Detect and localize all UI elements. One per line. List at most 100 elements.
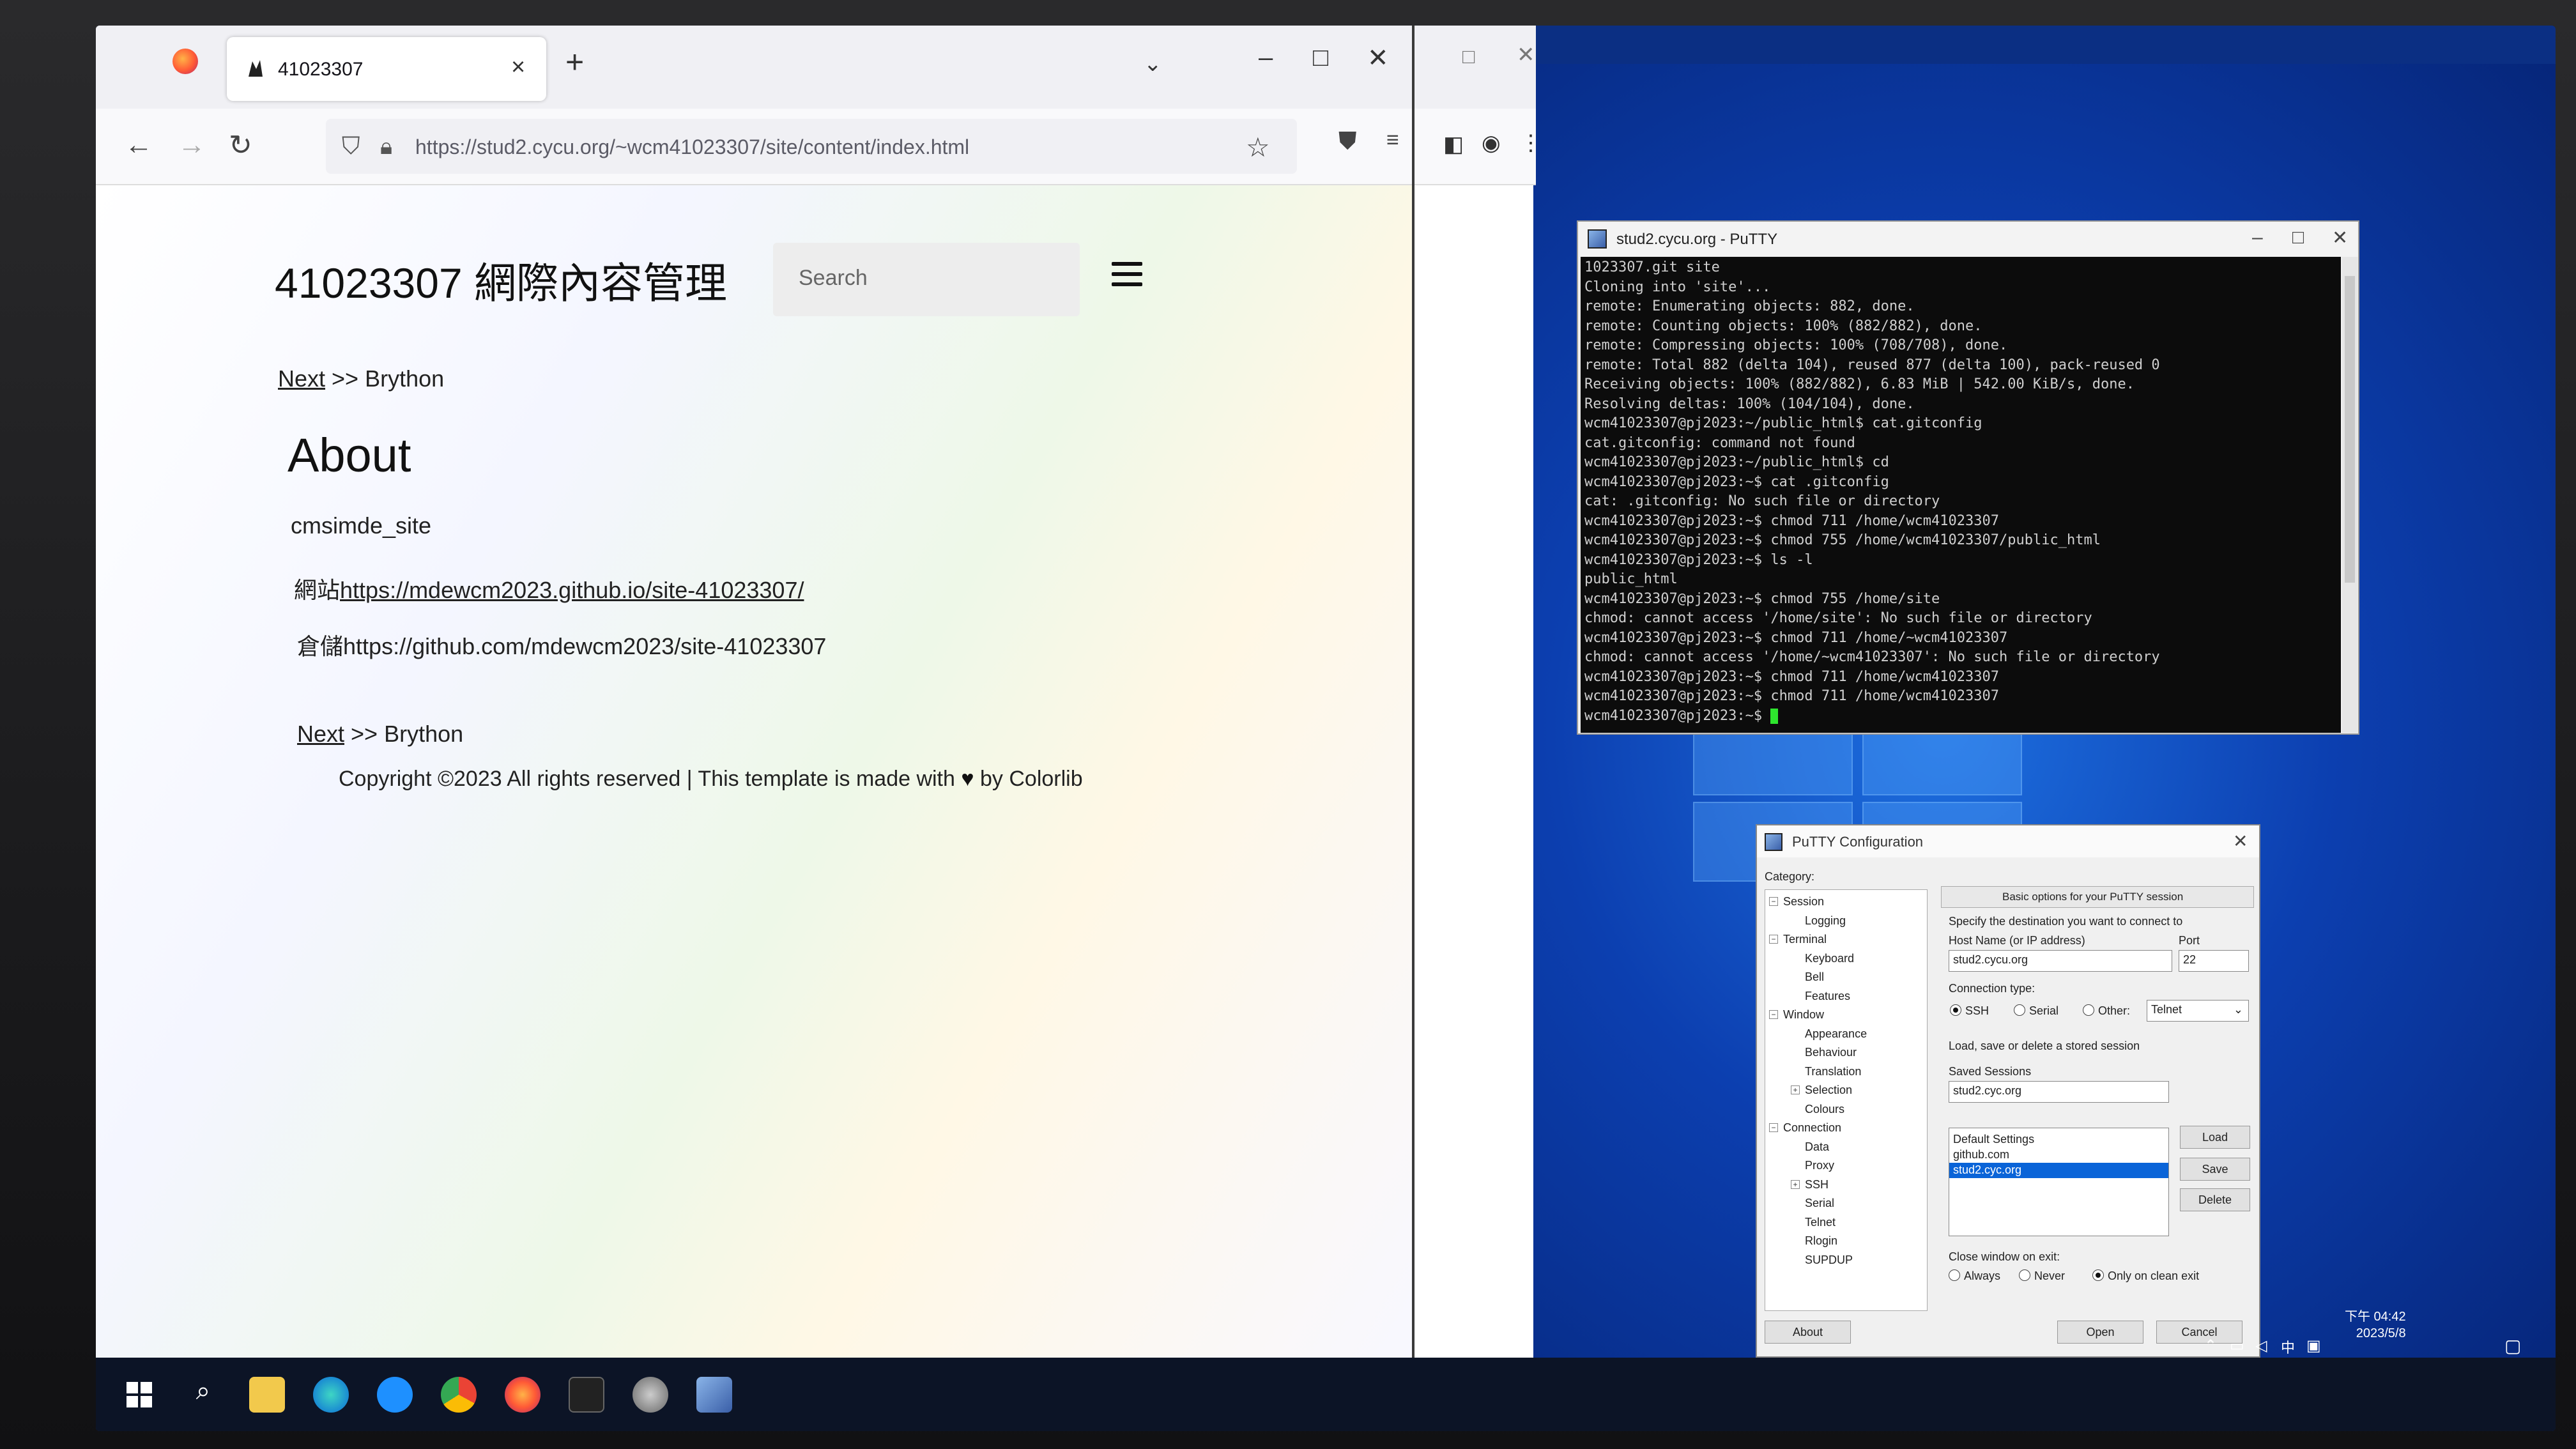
terminal-scrollbar[interactable] — [2342, 257, 2358, 733]
reload-icon[interactable]: ↻ — [229, 129, 252, 162]
lock-icon[interactable]: 🔒︎ — [380, 133, 392, 160]
volume-icon[interactable]: ◁ — [2255, 1337, 2267, 1355]
more-icon[interactable]: ⋮ — [1520, 130, 1542, 156]
radio-ssh[interactable] — [1950, 1004, 1961, 1016]
tab-active[interactable]: 41023307 × — [227, 37, 546, 101]
close-icon[interactable]: ✕ — [1517, 42, 1535, 68]
search-input[interactable]: Search — [773, 243, 1080, 316]
website-link[interactable]: https://mdewcm2023.github.io/site-410233… — [340, 577, 804, 603]
forward-icon[interactable]: → — [178, 129, 206, 161]
url-text[interactable]: https://stud2.cycu.org/~wcm41023307/site… — [415, 135, 969, 159]
saved-session-item[interactable]: stud2.cyc.org — [1949, 1163, 2168, 1178]
hamburger-menu-icon[interactable]: ≡ — [1386, 128, 1399, 153]
radio-always[interactable] — [1949, 1269, 1960, 1281]
colorlib-link[interactable]: by Colorlib — [980, 767, 1083, 791]
sidebar-icon[interactable]: ◧ — [1443, 132, 1464, 157]
close-button[interactable]: ✕ — [2332, 227, 2348, 249]
maximize-button[interactable]: □ — [2292, 227, 2304, 249]
radio-other[interactable] — [2083, 1004, 2094, 1016]
tree-item-colours[interactable]: Colours — [1805, 1103, 1844, 1116]
back-icon[interactable]: ← — [125, 129, 153, 161]
tree-expander-icon[interactable]: − — [1769, 1010, 1778, 1019]
saved-session-input[interactable]: stud2.cyc.org — [1949, 1081, 2169, 1103]
pocket-icon[interactable]: ⛊ — [1338, 128, 1357, 155]
minimize-button[interactable]: – — [2252, 227, 2263, 249]
minimize-button[interactable]: – — [1259, 43, 1273, 72]
putty-terminal-window[interactable]: stud2.cycu.org - PuTTY – □ ✕ 1023307.git… — [1577, 220, 2359, 735]
tree-item-window[interactable]: Window — [1783, 1008, 1824, 1022]
chrome-icon[interactable] — [441, 1377, 477, 1413]
tree-item-bell[interactable]: Bell — [1805, 970, 1824, 984]
tree-item-proxy[interactable]: Proxy — [1805, 1159, 1834, 1172]
tree-expander-icon[interactable]: − — [1769, 1123, 1778, 1132]
brython-link-bottom[interactable]: Brython — [384, 721, 463, 747]
saved-session-item[interactable]: Default Settings — [1949, 1132, 2168, 1147]
tree-expander-icon[interactable]: − — [1769, 935, 1778, 944]
tab-list-chevron-icon[interactable]: ⌄ — [1144, 51, 1162, 77]
close-button[interactable]: ✕ — [1367, 43, 1389, 73]
maximize-button[interactable]: □ — [1313, 43, 1328, 72]
network-icon[interactable]: ▭ — [2230, 1337, 2244, 1355]
bookmark-star-icon[interactable]: ☆ — [1246, 132, 1270, 163]
file-explorer-icon[interactable] — [249, 1377, 285, 1413]
tree-item-behaviour[interactable]: Behaviour — [1805, 1046, 1857, 1059]
saved-sessions-list[interactable]: Default Settings github.com stud2.cyc.org — [1949, 1128, 2169, 1236]
host-input[interactable]: stud2.cycu.org — [1949, 950, 2172, 972]
port-input[interactable]: 22 — [2179, 950, 2249, 972]
next-link-bottom[interactable]: Next — [297, 721, 344, 747]
notification-icon[interactable]: ▢ — [2504, 1335, 2521, 1356]
saved-session-item[interactable]: github.com — [1949, 1147, 2168, 1163]
close-icon[interactable]: ✕ — [2233, 831, 2248, 852]
search-icon[interactable]: ⌕ — [185, 1377, 221, 1413]
tree-item-keyboard[interactable]: Keyboard — [1805, 952, 1854, 965]
tree-item-terminal[interactable]: Terminal — [1783, 933, 1827, 946]
other-protocol-select[interactable]: Telnet ⌄ — [2147, 1000, 2249, 1022]
new-tab-button[interactable]: + — [565, 43, 584, 80]
app-taskbar-icon[interactable] — [632, 1377, 668, 1413]
radio-serial[interactable] — [2014, 1004, 2025, 1016]
delete-button[interactable]: Delete — [2180, 1188, 2250, 1211]
tree-expander-icon[interactable]: + — [1791, 1179, 1800, 1189]
tab-close-icon[interactable]: × — [511, 54, 525, 81]
tree-item-selection[interactable]: Selection — [1805, 1084, 1852, 1097]
repo-link[interactable]: https://github.com/mdewcm2023/site-41023… — [343, 633, 826, 659]
tree-item-logging[interactable]: Logging — [1805, 914, 1846, 928]
tree-item-ssh[interactable]: SSH — [1805, 1178, 1828, 1192]
tree-expander-icon[interactable]: − — [1769, 897, 1778, 906]
firefox-icon[interactable] — [172, 49, 198, 74]
brython-link[interactable]: Brython — [365, 365, 444, 392]
tree-item-serial[interactable]: Serial — [1805, 1197, 1834, 1210]
tree-item-session[interactable]: Session — [1783, 895, 1824, 908]
open-button[interactable]: Open — [2057, 1321, 2143, 1344]
terminal-taskbar-icon[interactable] — [569, 1377, 604, 1413]
load-button[interactable]: Load — [2180, 1126, 2250, 1149]
edge-icon[interactable] — [313, 1377, 349, 1413]
shield-icon[interactable]: ⛉ — [342, 133, 360, 160]
tree-item-appearance[interactable]: Appearance — [1805, 1027, 1867, 1041]
tree-item-telnet[interactable]: Telnet — [1805, 1216, 1836, 1229]
radio-clean-exit[interactable] — [2092, 1269, 2104, 1281]
terminal-output[interactable]: 1023307.git site Cloning into 'site'... re… — [1581, 257, 2341, 733]
tray-chevron-icon[interactable]: ⌃ — [2204, 1337, 2217, 1355]
internet-explorer-icon[interactable] — [377, 1377, 413, 1413]
maximize-icon[interactable]: □ — [1462, 45, 1475, 68]
tree-item-translation[interactable]: Translation — [1805, 1065, 1861, 1078]
radio-never[interactable] — [2019, 1269, 2030, 1281]
next-link[interactable]: Next — [278, 365, 325, 392]
tray-clock[interactable]: 下午 04:42 2023/5/8 — [2345, 1308, 2406, 1342]
keyboard-icon[interactable]: ▣ — [2306, 1337, 2321, 1355]
background-browser-window[interactable]: □ ✕ ◧ ◉ ⋮ — [1412, 26, 1542, 1358]
tree-expander-icon[interactable]: + — [1791, 1085, 1800, 1094]
start-icon[interactable] — [121, 1377, 157, 1413]
firefox-taskbar-icon[interactable] — [505, 1377, 540, 1413]
about-button[interactable]: About — [1765, 1321, 1851, 1344]
menu-icon[interactable] — [1112, 262, 1142, 288]
account-icon[interactable]: ◉ — [1482, 130, 1501, 156]
category-tree[interactable]: − Session Logging − Terminal Keyboard Bell Feat… — [1765, 889, 1928, 1311]
tree-item-supdup[interactable]: SUPDUP — [1805, 1254, 1853, 1267]
site-title[interactable]: 41023307 網際內容管理 — [275, 249, 727, 310]
url-bar[interactable]: ⛉ 🔒︎ https://stud2.cycu.org/~wcm41023307… — [326, 119, 1297, 174]
tree-item-data[interactable]: Data — [1805, 1140, 1829, 1154]
putty-taskbar-icon[interactable] — [696, 1377, 732, 1413]
tree-item-rlogin[interactable]: Rlogin — [1805, 1234, 1837, 1248]
